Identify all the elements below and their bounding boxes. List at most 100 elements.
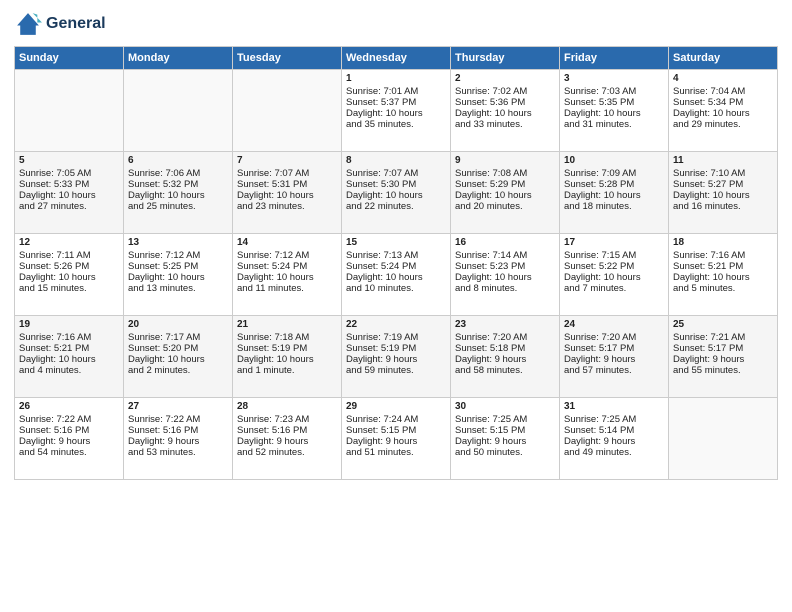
day-number: 30 xyxy=(455,401,555,412)
day-info: Daylight: 10 hours xyxy=(673,272,773,283)
day-number: 11 xyxy=(673,155,773,166)
week-row-3: 12Sunrise: 7:11 AMSunset: 5:26 PMDayligh… xyxy=(15,234,778,316)
week-row-5: 26 Sunrise: 7:22 AMSunset: 5:16 PM Dayligh… xyxy=(15,398,778,480)
header-row: SundayMondayTuesdayWednesdayThursdayFrid… xyxy=(15,47,778,70)
day-info: Sunset: 5:22 PM xyxy=(564,261,664,272)
day-header-wednesday: Wednesday xyxy=(342,47,451,70)
day-number: 4 xyxy=(673,73,773,84)
calendar-cell: 6Sunrise: 7:06 AMSunset: 5:32 PMDaylight… xyxy=(124,152,233,234)
day-info: Sunrise: 7:12 AM xyxy=(237,250,337,261)
day-info: and 35 minutes. xyxy=(346,119,446,130)
calendar-cell: 12Sunrise: 7:11 AMSunset: 5:26 PMDayligh… xyxy=(15,234,124,316)
day-info: and 49 minutes. xyxy=(564,447,664,458)
calendar-cell: 17Sunrise: 7:15 AMSunset: 5:22 PMDayligh… xyxy=(560,234,669,316)
day-info: Sunset: 5:25 PM xyxy=(128,261,228,272)
day-info: and 50 minutes. xyxy=(455,447,555,458)
day-info: Sunset: 5:21 PM xyxy=(19,343,119,354)
day-info: and 27 minutes. xyxy=(19,201,119,212)
day-info: Sunrise: 7:01 AM xyxy=(346,86,446,97)
day-info: Sunset: 5:21 PM xyxy=(673,261,773,272)
calendar-cell: 10Sunrise: 7:09 AMSunset: 5:28 PMDayligh… xyxy=(560,152,669,234)
day-number: 9 xyxy=(455,155,555,166)
day-info: Sunrise: 7:16 AM xyxy=(673,250,773,261)
day-info: Sunset: 5:16 PM xyxy=(19,425,119,436)
day-info: Sunrise: 7:09 AM xyxy=(564,168,664,179)
day-info: Sunrise: 7:12 AM xyxy=(128,250,228,261)
calendar-cell xyxy=(233,70,342,152)
day-info: Sunset: 5:30 PM xyxy=(346,179,446,190)
day-info: and 13 minutes. xyxy=(128,283,228,294)
calendar-cell: 26Sunrise: 7:22 AMSunset: 5:16 PMDayligh… xyxy=(15,398,124,480)
day-number: 2 xyxy=(455,73,555,84)
calendar-cell xyxy=(124,70,233,152)
day-info: and 52 minutes. xyxy=(237,447,337,458)
day-number: 26 xyxy=(19,401,119,412)
day-number: 5 xyxy=(19,155,119,166)
calendar-cell xyxy=(669,398,778,480)
day-info: Daylight: 10 hours xyxy=(237,354,337,365)
calendar-cell: 1Sunrise: 7:01 AMSunset: 5:37 PMDaylight… xyxy=(342,70,451,152)
day-info: Sunrise: 7:25 AM xyxy=(455,414,555,425)
day-info: Daylight: 10 hours xyxy=(455,108,555,119)
day-info: Sunset: 5:24 PM xyxy=(346,261,446,272)
day-info: Daylight: 9 hours xyxy=(128,436,228,447)
day-header-monday: Monday xyxy=(124,47,233,70)
calendar-cell: 3Sunrise: 7:03 AMSunset: 5:35 PMDaylight… xyxy=(560,70,669,152)
logo-icon xyxy=(14,10,42,38)
day-info: and 22 minutes. xyxy=(346,201,446,212)
week-row-4: 19Sunrise: 7:16 AMSunset: 5:21 PMDayligh… xyxy=(15,316,778,398)
day-number: 25 xyxy=(673,319,773,330)
day-info: Sunrise: 7:03 AM xyxy=(564,86,664,97)
day-info: and 29 minutes. xyxy=(673,119,773,130)
day-info: and 55 minutes. xyxy=(673,365,773,376)
day-info: Sunset: 5:37 PM xyxy=(346,97,446,108)
day-info: Sunset: 5:19 PM xyxy=(346,343,446,354)
day-info: Daylight: 10 hours xyxy=(346,108,446,119)
day-info: Sunrise: 7:07 AM xyxy=(237,168,337,179)
day-info: Daylight: 9 hours xyxy=(237,436,337,447)
day-info: Sunset: 5:32 PM xyxy=(128,179,228,190)
day-info: Sunset: 5:19 PM xyxy=(237,343,337,354)
day-info: and 31 minutes. xyxy=(564,119,664,130)
day-number: 15 xyxy=(346,237,446,248)
day-info: Daylight: 10 hours xyxy=(19,354,119,365)
day-info: Sunset: 5:23 PM xyxy=(455,261,555,272)
calendar-cell: 7Sunrise: 7:07 AMSunset: 5:31 PMDaylight… xyxy=(233,152,342,234)
day-header-tuesday: Tuesday xyxy=(233,47,342,70)
calendar-cell: 20Sunrise: 7:17 AMSunset: 5:20 PMDayligh… xyxy=(124,316,233,398)
day-info: and 59 minutes. xyxy=(346,365,446,376)
day-header-saturday: Saturday xyxy=(669,47,778,70)
day-info: Sunset: 5:35 PM xyxy=(564,97,664,108)
day-number: 19 xyxy=(19,319,119,330)
calendar-cell: 28Sunrise: 7:23 AMSunset: 5:16 PMDayligh… xyxy=(233,398,342,480)
day-number: 8 xyxy=(346,155,446,166)
day-info: Sunset: 5:18 PM xyxy=(455,343,555,354)
calendar-cell: 4Sunrise: 7:04 AMSunset: 5:34 PMDaylight… xyxy=(669,70,778,152)
day-info: Daylight: 10 hours xyxy=(128,272,228,283)
day-number: 10 xyxy=(564,155,664,166)
day-number: 17 xyxy=(564,237,664,248)
day-info: Sunrise: 7:22 AM xyxy=(19,414,119,425)
calendar-cell: 15Sunrise: 7:13 AMSunset: 5:24 PMDayligh… xyxy=(342,234,451,316)
calendar-cell: 8Sunrise: 7:07 AMSunset: 5:30 PMDaylight… xyxy=(342,152,451,234)
day-info: Sunset: 5:29 PM xyxy=(455,179,555,190)
day-number: 24 xyxy=(564,319,664,330)
day-number: 21 xyxy=(237,319,337,330)
day-info: Daylight: 9 hours xyxy=(564,354,664,365)
day-info: Sunrise: 7:25 AM xyxy=(564,414,664,425)
day-info: Sunset: 5:26 PM xyxy=(19,261,119,272)
calendar-cell: 29Sunrise: 7:24 AMSunset: 5:15 PMDayligh… xyxy=(342,398,451,480)
calendar-cell: 22Sunrise: 7:19 AMSunset: 5:19 PMDayligh… xyxy=(342,316,451,398)
day-number: 13 xyxy=(128,237,228,248)
day-info: Daylight: 10 hours xyxy=(346,272,446,283)
day-info: Daylight: 10 hours xyxy=(128,354,228,365)
day-info: Sunrise: 7:02 AM xyxy=(455,86,555,97)
calendar-cell: 30Sunrise: 7:25 AMSunset: 5:15 PMDayligh… xyxy=(451,398,560,480)
day-info: Daylight: 10 hours xyxy=(673,190,773,201)
day-number: 31 xyxy=(564,401,664,412)
day-info: Daylight: 10 hours xyxy=(237,190,337,201)
calendar-cell: 9Sunrise: 7:08 AMSunset: 5:29 PMDaylight… xyxy=(451,152,560,234)
day-info: Sunset: 5:17 PM xyxy=(673,343,773,354)
day-info: and 51 minutes. xyxy=(346,447,446,458)
day-info: Sunrise: 7:21 AM xyxy=(673,332,773,343)
